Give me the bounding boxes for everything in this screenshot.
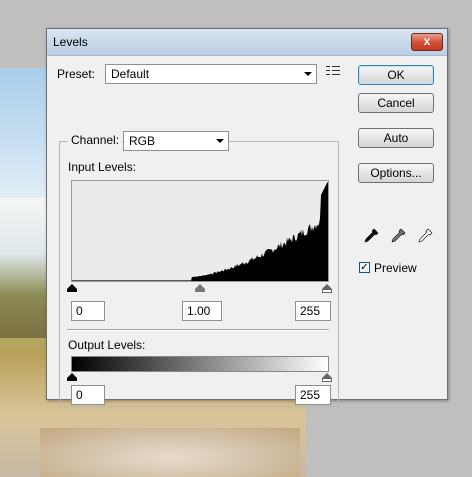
preview-label: Preview — [374, 261, 417, 275]
dialog-body: Preset: Default OK Cancel Auto Options..… — [47, 56, 447, 407]
input-gamma-field[interactable]: 1.00 — [182, 301, 222, 321]
input-black-field[interactable]: 0 — [71, 301, 105, 321]
channel-label: Channel: — [68, 133, 123, 147]
presets-menu-icon[interactable] — [326, 66, 340, 78]
output-black-field[interactable]: 0 — [71, 385, 105, 405]
output-gradient-bar — [71, 356, 329, 372]
window-title: Levels — [53, 35, 88, 49]
dropdown-arrow-icon — [304, 72, 312, 76]
output-black-point-handle[interactable] — [67, 373, 77, 381]
input-gamma-handle[interactable] — [195, 284, 205, 292]
preset-value: Default — [111, 67, 150, 81]
input-black-point-handle[interactable] — [67, 284, 77, 292]
input-slider[interactable] — [67, 284, 332, 296]
input-white-point-handle[interactable] — [322, 284, 332, 293]
cancel-button[interactable]: Cancel — [358, 93, 434, 113]
channel-value: RGB — [129, 134, 156, 148]
background-mountain — [0, 198, 46, 338]
options-button[interactable]: Options... — [358, 163, 434, 183]
input-levels-label: Input Levels: — [68, 160, 137, 174]
output-white-point-handle[interactable] — [322, 373, 332, 382]
output-levels-label: Output Levels: — [68, 338, 146, 352]
dropdown-arrow-icon — [216, 139, 224, 143]
black-eyedropper-icon[interactable] — [362, 227, 380, 245]
channel-select[interactable]: RGB — [123, 131, 229, 151]
preset-label: Preset: — [57, 67, 96, 81]
background-rock — [40, 428, 300, 477]
output-slider[interactable] — [67, 373, 332, 385]
histogram — [71, 180, 329, 282]
close-icon: x — [423, 34, 431, 48]
check-icon: ✓ — [360, 262, 369, 273]
auto-button[interactable]: Auto — [358, 128, 434, 148]
ok-button[interactable]: OK — [358, 65, 434, 85]
histogram-graph — [72, 182, 328, 281]
preview-checkbox[interactable]: ✓ — [359, 262, 370, 273]
title-bar[interactable]: Levels x — [47, 29, 447, 56]
levels-dialog: Levels x Preset: Default OK Cancel Auto … — [46, 28, 448, 407]
input-white-field[interactable]: 255 — [295, 301, 331, 321]
histogram-area — [72, 182, 328, 281]
preset-select[interactable]: Default — [105, 64, 317, 84]
gray-eyedropper-icon[interactable] — [389, 227, 407, 245]
white-eyedropper-icon[interactable] — [416, 227, 434, 245]
levels-divider — [67, 329, 329, 331]
output-white-field[interactable]: 255 — [295, 385, 331, 405]
close-button[interactable]: x — [411, 33, 443, 51]
